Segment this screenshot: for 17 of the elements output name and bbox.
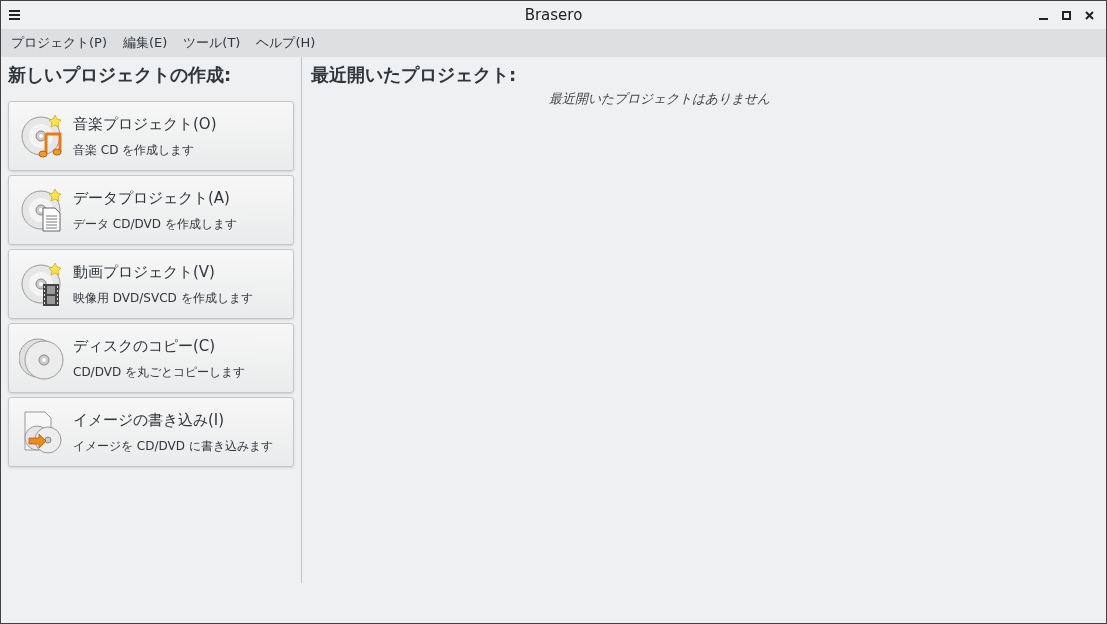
maximize-icon[interactable] [1062,10,1071,20]
project-button[interactable]: ディスクのコピー(C) CD/DVD を丸ごとコピーします [8,323,294,393]
menu-item[interactable]: プロジェクト(P) [3,33,115,53]
section-heading: 新しいプロジェクトの作成: [8,63,233,87]
project-button[interactable]: イメージの書き込み(I) イメージを CD/DVD に書き込みます [8,397,294,467]
empty-message: 最近開いたプロジェクトはありません [547,90,771,108]
project-button[interactable]: 動画プロジェクト(V) 映像用 DVD/SVCD を作成します [8,249,294,319]
music-disc-icon [19,112,65,160]
project-button[interactable]: データプロジェクト(A) データ CD/DVD を作成します [8,175,294,245]
close-icon[interactable] [1085,10,1094,20]
menu-item[interactable]: ツール(T) [175,33,249,53]
menu-item[interactable]: ヘルプ(H) [248,33,324,53]
project-button[interactable]: 音楽プロジェクト(O) 音楽 CD を作成します [8,101,294,171]
menu-icon[interactable] [9,10,20,20]
menu-item[interactable]: 編集(E) [115,33,176,53]
window-title: Brasero [524,4,583,26]
section-heading: 最近開いたプロジェクト: [311,63,518,87]
